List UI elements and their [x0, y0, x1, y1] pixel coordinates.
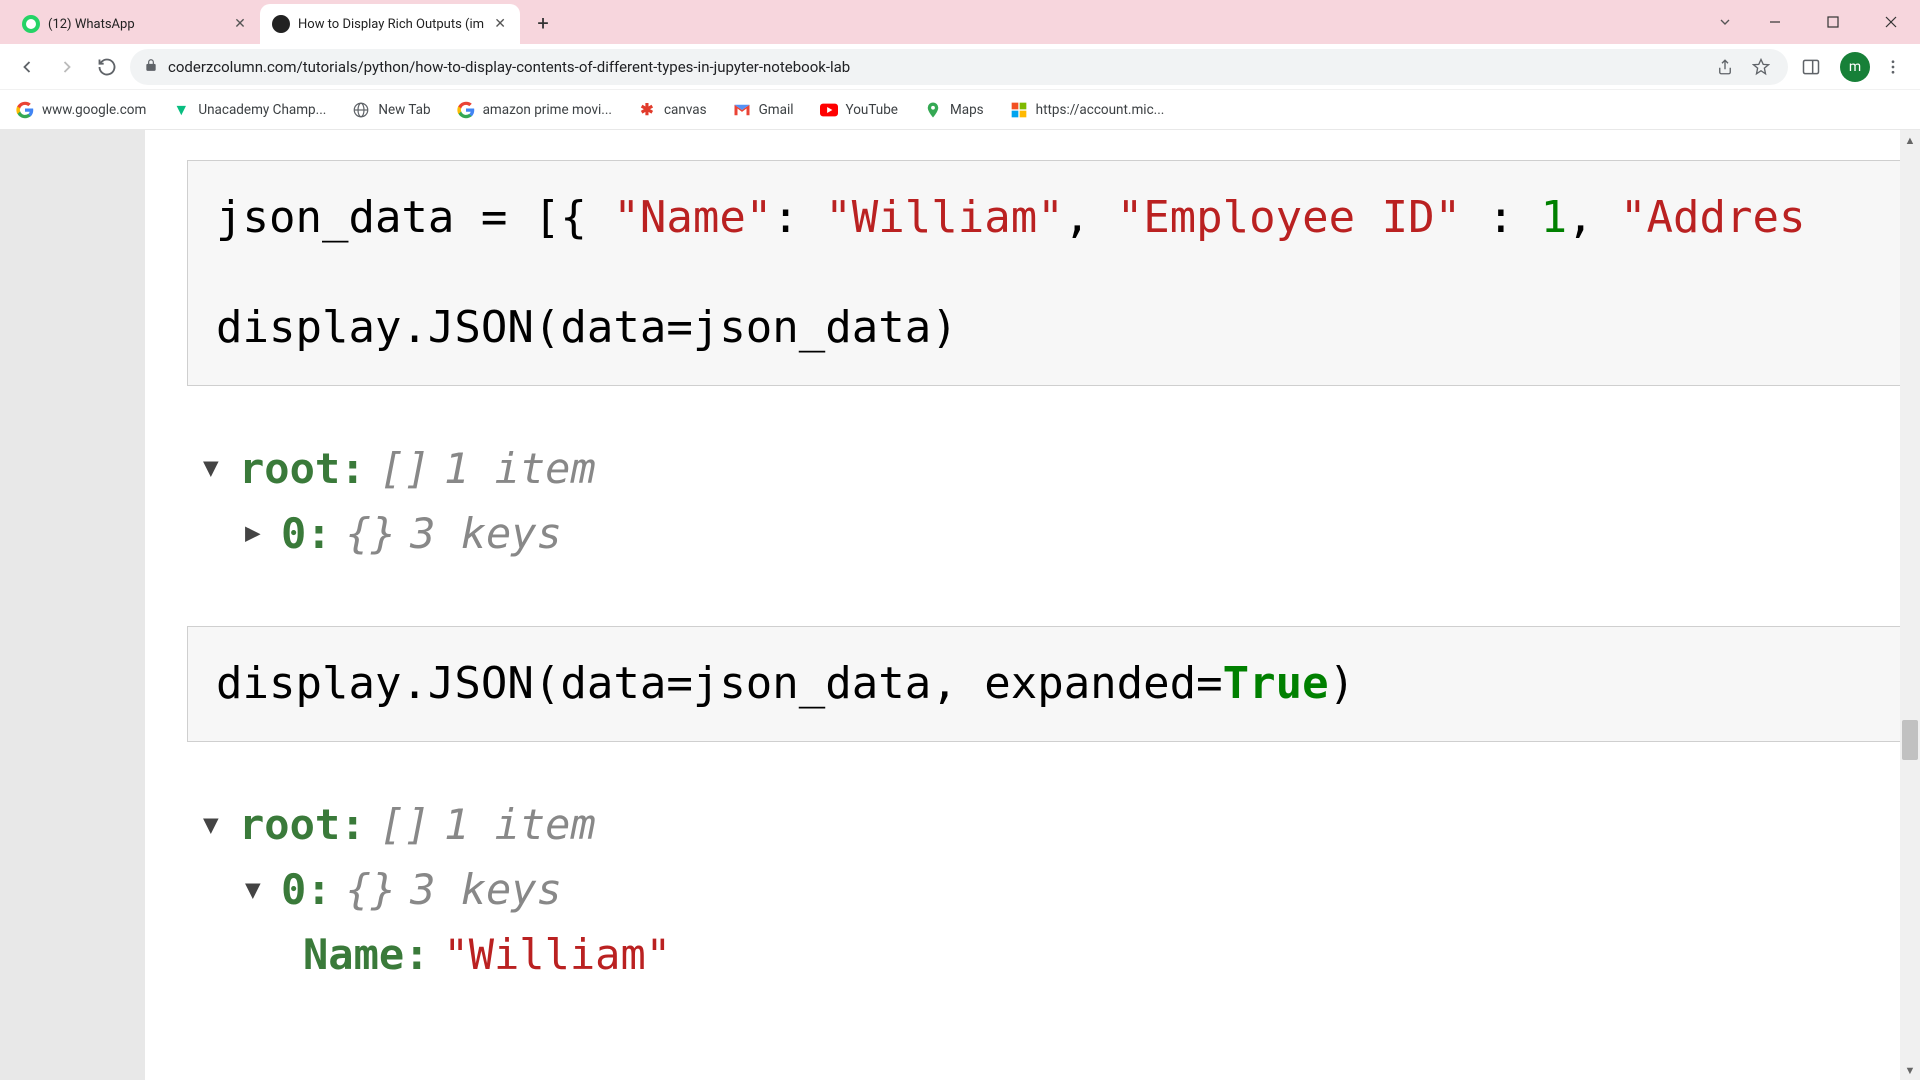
bookmark-microsoft[interactable]: https://account.mic...	[1010, 101, 1165, 119]
json-meta: 1 item	[444, 792, 596, 857]
reload-button[interactable]	[90, 50, 124, 84]
close-button[interactable]	[1862, 0, 1920, 44]
bookmark-maps[interactable]: Maps	[924, 101, 984, 119]
collapse-toggle[interactable]: ▼	[245, 870, 267, 910]
google-icon	[16, 101, 34, 119]
json-key: root:	[239, 792, 365, 857]
browser-toolbar: coderzcolumn.com/tutorials/python/how-to…	[0, 44, 1920, 90]
tab-strip: (12) WhatsApp ✕ How to Display Rich Outp…	[0, 0, 560, 44]
forward-button[interactable]	[50, 50, 84, 84]
bookmark-star-icon[interactable]	[1748, 58, 1774, 76]
tab-title: How to Display Rich Outputs (im	[298, 17, 484, 32]
json-key: 0:	[281, 501, 332, 566]
bookmark-canvas[interactable]: ✱ canvas	[638, 101, 707, 119]
window-controls	[1704, 0, 1920, 44]
bookmark-youtube[interactable]: YouTube	[820, 101, 898, 119]
code-string: "William"	[825, 192, 1063, 243]
globe-icon	[352, 101, 370, 119]
bookmark-label: Unacademy Champ...	[198, 102, 326, 118]
bookmark-amazon[interactable]: amazon prime movi...	[457, 101, 612, 119]
bookmark-label: https://account.mic...	[1036, 102, 1165, 118]
json-type: {}	[346, 857, 397, 922]
bookmark-label: YouTube	[846, 102, 898, 118]
scroll-track[interactable]	[1900, 150, 1920, 1060]
maps-icon	[924, 101, 942, 119]
new-tab-button[interactable]: +	[526, 6, 560, 40]
close-icon[interactable]: ✕	[492, 16, 508, 32]
code-cell-1: json_data = [{ "Name": "William", "Emplo…	[187, 160, 1920, 386]
code-text: display.JSON(data=json_data, expanded=	[216, 658, 1223, 709]
lock-icon	[144, 58, 158, 76]
vertical-scrollbar[interactable]: ▲ ▼	[1900, 130, 1920, 1080]
youtube-icon	[820, 101, 838, 119]
code-number: 1	[1541, 192, 1568, 243]
profile-avatar[interactable]: m	[1840, 52, 1870, 82]
bookmark-label: amazon prime movi...	[483, 102, 612, 118]
json-output-2: ▼ root: [] 1 item ▼ 0: {} 3 keys Name: "…	[203, 792, 1920, 987]
json-key: Name:	[303, 922, 429, 987]
whatsapp-icon	[22, 15, 40, 33]
back-button[interactable]	[10, 50, 44, 84]
minimize-button[interactable]	[1746, 0, 1804, 44]
side-panel-icon[interactable]	[1794, 50, 1828, 84]
json-meta: 3 keys	[410, 501, 562, 566]
gmail-icon	[733, 101, 751, 119]
json-output-1: ▼ root: [] 1 item ▶ 0: {} 3 keys	[203, 436, 1920, 566]
json-meta: 1 item	[444, 436, 596, 501]
json-meta: 3 keys	[410, 857, 562, 922]
code-text: json_data = [{	[216, 192, 613, 243]
google-icon	[457, 101, 475, 119]
tab-whatsapp[interactable]: (12) WhatsApp ✕	[10, 4, 260, 44]
tab-title: (12) WhatsApp	[48, 17, 224, 32]
kebab-menu-icon[interactable]	[1876, 58, 1910, 76]
left-gutter	[0, 130, 145, 1080]
canvas-icon: ✱	[638, 101, 656, 119]
json-type: []	[379, 792, 430, 857]
code-text: display.JSON(data=json_data)	[216, 295, 1891, 361]
bookmark-label: Maps	[950, 102, 984, 118]
json-value: "William"	[443, 922, 671, 987]
url-text: coderzcolumn.com/tutorials/python/how-to…	[168, 58, 1702, 76]
bookmark-unacademy[interactable]: ▼ Unacademy Champ...	[172, 101, 326, 119]
address-bar[interactable]: coderzcolumn.com/tutorials/python/how-to…	[130, 49, 1788, 85]
bookmark-label: New Tab	[378, 102, 430, 118]
code-cell-2: display.JSON(data=json_data, expanded=Tr…	[187, 626, 1920, 742]
code-string: "Name"	[613, 192, 772, 243]
tab-coderzcolumn[interactable]: How to Display Rich Outputs (im ✕	[260, 4, 520, 44]
collapse-toggle[interactable]: ▼	[203, 448, 225, 488]
share-icon[interactable]	[1712, 58, 1738, 76]
close-icon[interactable]: ✕	[232, 16, 248, 32]
bookmark-label: canvas	[664, 102, 707, 118]
scroll-down-arrow[interactable]: ▼	[1900, 1060, 1920, 1080]
main-content: json_data = [{ "Name": "William", "Emplo…	[145, 130, 1920, 1080]
code-string: "Employee ID"	[1117, 192, 1461, 243]
json-key: 0:	[281, 857, 332, 922]
expand-toggle[interactable]: ▶	[245, 513, 267, 553]
maximize-button[interactable]	[1804, 0, 1862, 44]
bookmark-label: Gmail	[759, 102, 794, 118]
microsoft-icon	[1010, 101, 1028, 119]
scroll-up-arrow[interactable]: ▲	[1900, 130, 1920, 150]
chevron-down-icon[interactable]	[1704, 0, 1746, 44]
collapse-toggle[interactable]: ▼	[203, 805, 225, 845]
site-icon	[272, 15, 290, 33]
bookmark-google[interactable]: www.google.com	[16, 101, 146, 119]
json-type: []	[379, 436, 430, 501]
page-content: json_data = [{ "Name": "William", "Emplo…	[0, 130, 1920, 1080]
unacademy-icon: ▼	[172, 101, 190, 119]
code-bool: True	[1223, 658, 1329, 709]
code-string: "Addres	[1620, 192, 1805, 243]
browser-titlebar: (12) WhatsApp ✕ How to Display Rich Outp…	[0, 0, 1920, 44]
json-key: root:	[239, 436, 365, 501]
bookmarks-bar: www.google.com ▼ Unacademy Champ... New …	[0, 90, 1920, 130]
bookmark-label: www.google.com	[42, 102, 146, 118]
bookmark-gmail[interactable]: Gmail	[733, 101, 794, 119]
json-type: {}	[346, 501, 397, 566]
bookmark-newtab[interactable]: New Tab	[352, 101, 430, 119]
scroll-thumb[interactable]	[1902, 720, 1918, 760]
